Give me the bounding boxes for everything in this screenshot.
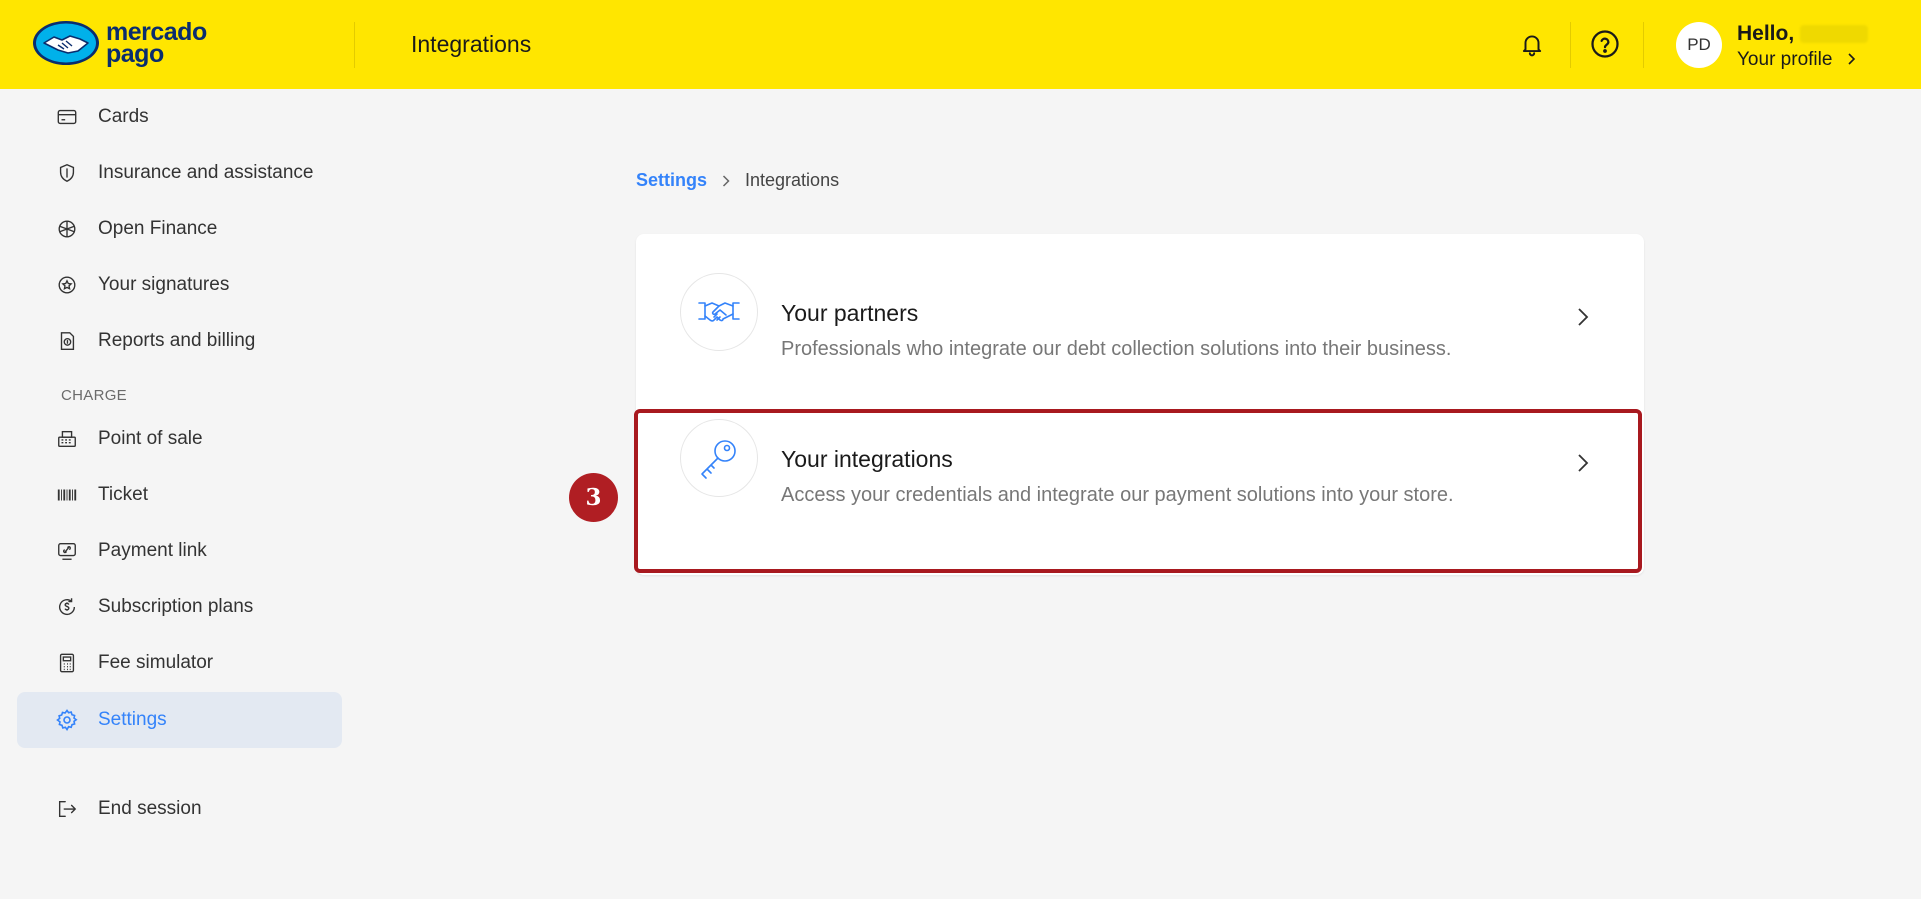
sidebar-item-label: Insurance and assistance <box>98 162 314 183</box>
payment-link-icon <box>55 539 79 563</box>
sidebar-item-reports[interactable]: Reports and billing <box>17 315 342 367</box>
logout-icon <box>55 797 79 821</box>
page-title: Integrations <box>411 31 532 57</box>
header-divider <box>1643 22 1644 68</box>
sidebar-item-label: Point of sale <box>98 428 203 449</box>
sidebar-item-label: Cards <box>98 106 149 127</box>
sidebar-item-ticket[interactable]: Ticket <box>17 469 342 521</box>
sidebar-item-label: Your signatures <box>98 274 230 295</box>
sidebar-item-label: Fee simulator <box>98 652 214 673</box>
header-divider <box>1570 22 1571 68</box>
shield-icon <box>55 161 79 185</box>
open-finance-icon <box>55 217 79 241</box>
subscription-icon <box>55 595 79 619</box>
sidebar-item-subscription-plans[interactable]: Subscription plans <box>17 581 342 633</box>
sidebar-item-label: Reports and billing <box>98 330 256 351</box>
gear-icon <box>55 708 79 732</box>
breadcrumb-settings-link[interactable]: Settings <box>636 170 707 191</box>
key-icon <box>680 419 758 497</box>
your-partners-option[interactable]: Your partners Professionals who integrat… <box>636 234 1644 380</box>
sidebar-item-insurance[interactable]: Insurance and assistance <box>17 147 342 199</box>
sidebar-item-end-session[interactable]: End session <box>17 783 342 835</box>
option-title: Your partners <box>781 300 919 326</box>
chevron-right-icon <box>721 174 731 188</box>
option-description: Professionals who integrate our debt col… <box>781 338 1452 360</box>
sidebar-item-payment-link[interactable]: Payment link <box>17 525 342 577</box>
sidebar-item-open-finance[interactable]: Open Finance <box>17 203 342 255</box>
sidebar-item-label: Settings <box>98 709 167 730</box>
handshake-logo-icon <box>33 21 99 65</box>
header-divider <box>354 22 355 68</box>
chevron-right-icon <box>1578 308 1589 326</box>
bell-icon[interactable] <box>1515 27 1549 61</box>
signature-badge-icon <box>55 273 79 297</box>
avatar[interactable]: PD <box>1676 22 1722 68</box>
handshake-icon <box>680 273 758 351</box>
sidebar-item-label: Ticket <box>98 484 148 505</box>
option-title: Your integrations <box>781 446 953 472</box>
brand-wordmark: mercado pago <box>106 18 207 68</box>
sidebar: Cards Insurance and assistance Open Fina… <box>0 89 354 899</box>
sidebar-item-point-of-sale[interactable]: Point of sale <box>17 413 342 465</box>
sidebar-section-charge: CHARGE <box>61 387 127 404</box>
option-description: Access your credentials and integrate ou… <box>781 484 1454 506</box>
mercado-pago-logo[interactable]: mercado pago <box>32 19 207 67</box>
your-profile-link[interactable]: Your profile <box>1737 49 1858 71</box>
chevron-right-icon <box>1848 53 1855 65</box>
card-icon <box>55 105 79 129</box>
step-number-badge: 3 <box>569 473 618 522</box>
sidebar-item-label: Subscription plans <box>98 596 254 617</box>
sidebar-item-label: Payment link <box>98 540 207 561</box>
breadcrumb-current: Integrations <box>745 170 840 190</box>
breadcrumb: Settings Integrations <box>636 170 839 191</box>
chevron-right-icon <box>1578 454 1589 472</box>
sidebar-item-signatures[interactable]: Your signatures <box>17 259 342 311</box>
integrations-card: Your partners Professionals who integrat… <box>636 234 1644 575</box>
barcode-icon <box>55 483 79 507</box>
your-integrations-option[interactable]: Your integrations Access your credential… <box>636 380 1644 526</box>
sidebar-item-settings[interactable]: Settings <box>17 692 342 748</box>
greeting: Hello, <box>1737 22 1869 46</box>
sidebar-item-cards[interactable]: Cards <box>17 91 342 143</box>
report-icon <box>55 329 79 353</box>
top-header: mercado pago Integrations PD Hello, Your… <box>0 0 1921 89</box>
sidebar-item-label: End session <box>98 798 202 819</box>
cash-register-icon <box>55 427 79 451</box>
sidebar-item-label: Open Finance <box>98 218 218 239</box>
redacted-username <box>1800 25 1869 44</box>
calculator-icon <box>55 651 79 675</box>
help-icon[interactable] <box>1588 27 1622 61</box>
sidebar-item-fee-simulator[interactable]: Fee simulator <box>17 637 342 689</box>
